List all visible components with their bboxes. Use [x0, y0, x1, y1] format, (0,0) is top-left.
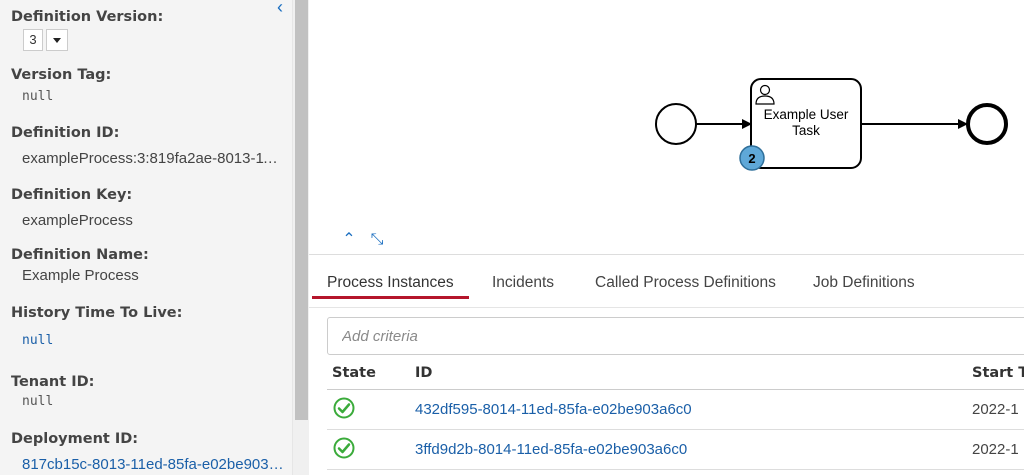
- check-circle-icon: [333, 437, 355, 459]
- tenant-id-field: Tenant ID: null: [11, 374, 284, 409]
- instance-id-link[interactable]: 432df595-8014-11ed-85fa-e02be903a6c0: [415, 401, 692, 418]
- history-ttl-field: History Time To Live: null: [11, 305, 284, 348]
- column-header-start-time[interactable]: Start Ti: [972, 365, 1024, 381]
- version-tag-label: Version Tag:: [11, 67, 112, 83]
- chevron-up-icon[interactable]: ⌃: [340, 231, 358, 249]
- caret-down-icon[interactable]: [46, 29, 68, 51]
- instance-count: 2: [748, 151, 755, 166]
- tenant-id-label: Tenant ID:: [11, 374, 95, 390]
- tenant-id-value: null: [22, 394, 54, 409]
- definition-name-field: Definition Name: Example Process: [11, 247, 284, 284]
- version-select[interactable]: 3: [23, 29, 163, 51]
- collapse-sidebar-chevron-left-icon[interactable]: ‹: [272, 0, 288, 16]
- tab-job-definitions[interactable]: Job Definitions: [813, 274, 915, 292]
- version-tag-field: Version Tag: null: [11, 67, 284, 104]
- end-event[interactable]: [966, 103, 1008, 145]
- table-row: 3ffd9d2b-8014-11ed-85fa-e02be903a6c0 202…: [327, 430, 1024, 470]
- column-header-id[interactable]: ID: [415, 365, 432, 381]
- definition-id-field: Definition ID: exampleProcess:3:819fa2ae…: [11, 125, 284, 167]
- search-input[interactable]: [328, 318, 1024, 354]
- deployment-id-field: Deployment ID: 817cb15c-8013-11ed-85fa-e…: [11, 431, 284, 473]
- definition-id-label: Definition ID:: [11, 125, 120, 141]
- definition-version-field: Definition Version: 3: [11, 9, 163, 51]
- tab-process-instances[interactable]: Process Instances: [327, 274, 454, 292]
- table-header: State ID Start Ti: [327, 357, 1024, 390]
- definition-name-value: Example Process: [22, 267, 139, 284]
- version-tag-value: null: [22, 89, 54, 104]
- sidebar-scrollbar[interactable]: [292, 0, 309, 475]
- instance-id-link[interactable]: 3ffd9d2b-8014-11ed-85fa-e02be903a6c0: [415, 441, 687, 458]
- scrollbar-thumb[interactable]: [295, 0, 308, 420]
- definition-name-label: Definition Name:: [11, 247, 149, 263]
- user-task[interactable]: Example User Task: [750, 78, 862, 169]
- definition-key-field: Definition Key: exampleProcess: [11, 187, 284, 229]
- start-time-cell: 2022-1: [972, 441, 1019, 458]
- definition-key-value: exampleProcess: [22, 212, 133, 229]
- bpmn-diagram[interactable]: Example User Task 2 ⌃ ⤡: [309, 0, 1024, 255]
- check-circle-icon: [333, 397, 355, 419]
- version-value[interactable]: 3: [23, 29, 43, 51]
- definition-sidebar: ‹ Definition Version: 3 Version Tag: nul…: [0, 0, 292, 475]
- instance-count-badge[interactable]: 2: [739, 145, 765, 171]
- start-time-cell: 2022-1: [972, 401, 1019, 418]
- tab-incidents[interactable]: Incidents: [492, 274, 554, 292]
- definition-id-value: exampleProcess:3:819fa2ae-8013-11ed-85fa…: [22, 150, 284, 167]
- column-header-state[interactable]: State: [332, 365, 376, 381]
- history-ttl-value[interactable]: null: [22, 333, 284, 348]
- tab-bar: Process Instances Incidents Called Proce…: [309, 254, 1024, 308]
- expand-icon[interactable]: ⤡: [368, 231, 386, 249]
- active-tab-indicator: [312, 296, 469, 299]
- start-event[interactable]: [655, 103, 697, 145]
- tab-called-process-definitions[interactable]: Called Process Definitions: [595, 274, 776, 292]
- deployment-id-label: Deployment ID:: [11, 431, 139, 447]
- task-label-line2: Task: [792, 123, 820, 138]
- search-box[interactable]: [327, 317, 1024, 355]
- deployment-id-link[interactable]: 817cb15c-8013-11ed-85fa-e02be903a6c0: [22, 456, 284, 473]
- table-row: 432df595-8014-11ed-85fa-e02be903a6c0 202…: [327, 390, 1024, 430]
- definition-version-label: Definition Version:: [11, 9, 164, 25]
- task-label-line1: Example User: [764, 107, 849, 122]
- process-instances-table: State ID Start Ti 432df595-8014-11ed-85f…: [327, 357, 1024, 470]
- definition-key-label: Definition Key:: [11, 187, 133, 203]
- history-ttl-label: History Time To Live:: [11, 305, 183, 321]
